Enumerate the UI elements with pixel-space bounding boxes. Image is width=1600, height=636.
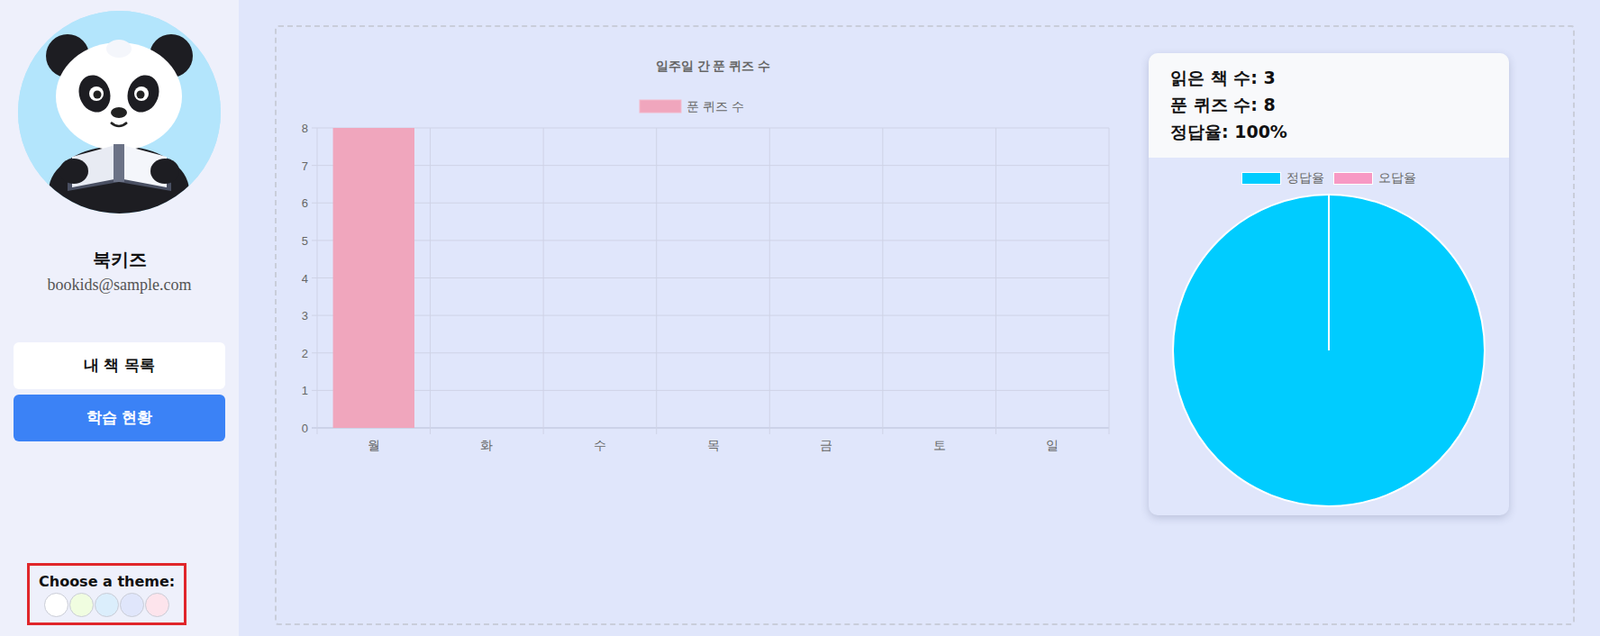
- nav-menu: 내 책 목록학습 현황: [13, 342, 226, 442]
- x-label: 토: [933, 437, 946, 453]
- legend-label: 오답율: [1378, 168, 1417, 188]
- y-tick: 6: [301, 196, 309, 210]
- grid-line: [995, 127, 997, 435]
- nav-button[interactable]: 내 책 목록: [13, 342, 226, 390]
- grid-line: [1109, 127, 1110, 435]
- quiz-bar: [559, 427, 641, 429]
- grid-line: [881, 127, 883, 435]
- chart-title: 일주일 간 푼 퀴즈 수: [655, 58, 772, 73]
- quiz-bar: [445, 427, 528, 429]
- grid-line: [655, 127, 657, 435]
- theme-label: Choose a theme:: [38, 571, 175, 593]
- dashboard-frame: 일주일 간 푼 퀴즈 수푼 퀴즈 수 0 1 2 3 4 5 6 7 8 월 화 수 목 금 토 일 읽은 책 …: [274, 25, 1575, 626]
- theme-chooser: Choose a theme:: [27, 563, 187, 626]
- y-tick: 8: [301, 121, 309, 136]
- x-label: 금: [819, 437, 833, 453]
- quiz-bar: [333, 127, 415, 428]
- legend-swatch: [639, 100, 682, 113]
- stat-line: 푼 퀴즈 수: 8: [1170, 90, 1488, 119]
- quiz-bar: [785, 427, 867, 429]
- legend-label: 푼 퀴즈 수: [686, 99, 745, 114]
- nav-button[interactable]: 학습 현황: [13, 394, 226, 442]
- x-label: 목: [707, 437, 720, 453]
- pie-legend: 정답율 오답율: [1148, 157, 1510, 188]
- y-tick: 2: [301, 346, 309, 361]
- sidebar: 북키즈 bookids@sample.com 내 책 목록학습 현황 Choos…: [0, 0, 239, 636]
- stats-card: 읽은 책 수: 3푼 퀴즈 수: 8정답율: 100% 정답율 오답율: [1148, 53, 1510, 516]
- weekly-chart: 일주일 간 푼 퀴즈 수푼 퀴즈 수 0 1 2 3 4 5 6 7 8 월 화 수 목 금 토 일: [276, 27, 1131, 624]
- theme-swatch[interactable]: [119, 592, 145, 618]
- grid-line: [311, 352, 1110, 354]
- y-tick: 4: [301, 272, 309, 286]
- x-label: 월: [367, 437, 381, 453]
- x-label: 일: [1045, 437, 1059, 453]
- stats-summary: 읽은 책 수: 3푼 퀴즈 수: 8정답율: 100%: [1148, 53, 1510, 158]
- theme-swatch[interactable]: [94, 592, 119, 618]
- y-tick: 1: [301, 383, 309, 398]
- grid-line: [311, 239, 1110, 241]
- x-label: 화: [480, 437, 493, 453]
- legend-swatch: [1241, 172, 1282, 185]
- grid-line: [311, 427, 1110, 429]
- y-tick: 7: [301, 159, 309, 173]
- grid-line: [311, 127, 1110, 129]
- user-name: 북키즈: [13, 245, 226, 273]
- grid-line: [543, 127, 545, 435]
- theme-swatch[interactable]: [69, 592, 94, 618]
- theme-swatches: [38, 592, 175, 618]
- grid-line: [311, 202, 1110, 204]
- legend-label: 정답율: [1286, 168, 1325, 188]
- pie-slice: [1172, 194, 1485, 507]
- quiz-bar: [898, 427, 980, 429]
- user-email: bookids@sample.com: [13, 272, 226, 298]
- grid-line: [311, 277, 1110, 279]
- quiz-bar: [1011, 427, 1093, 429]
- grid-line: [311, 315, 1110, 317]
- theme-swatch[interactable]: [145, 592, 170, 618]
- grid-line: [311, 390, 1110, 391]
- grid-line: [317, 127, 319, 435]
- legend-item: 오답율: [1333, 168, 1417, 188]
- legend-swatch: [1333, 172, 1373, 185]
- pie-svg: [1171, 192, 1487, 509]
- grid-line: [429, 127, 431, 435]
- grid-line: [769, 127, 771, 435]
- x-label: 수: [593, 437, 607, 453]
- grid-line: [311, 164, 1110, 166]
- y-tick: 5: [301, 234, 309, 248]
- theme-swatch[interactable]: [44, 592, 69, 618]
- stat-line: 정답율: 100%: [1170, 118, 1488, 146]
- y-tick: 0: [301, 421, 309, 436]
- panda-avatar-icon: [18, 10, 221, 214]
- y-tick: 3: [301, 309, 309, 323]
- bar-chart: 일주일 간 푼 퀴즈 수푼 퀴즈 수 0 1 2 3 4 5 6 7 8 월 화 수 목 금 토 일: [283, 43, 1131, 467]
- legend-item: 정답율: [1241, 168, 1325, 188]
- main-area: 일주일 간 푼 퀴즈 수푼 퀴즈 수 0 1 2 3 4 5 6 7 8 월 화 수 목 금 토 일 읽은 책 …: [238, 0, 1600, 636]
- pie-chart: [1148, 187, 1510, 516]
- stat-line: 읽은 책 수: 3: [1170, 63, 1488, 91]
- quiz-bar: [672, 427, 754, 429]
- slice-border: [1327, 194, 1330, 351]
